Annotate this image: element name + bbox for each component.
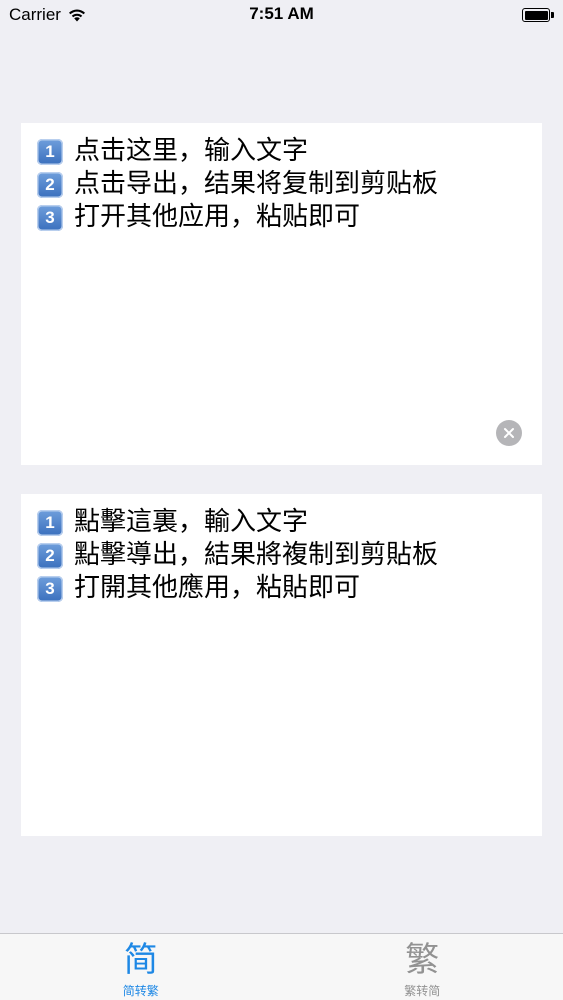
keycap-number-icon: 3	[37, 204, 63, 231]
simplified-text-input[interactable]: 1 点击这里，输入文字 2 点击导出，结果将复制到剪贴板 3 打开其他应用，粘贴…	[21, 123, 542, 465]
instruction-line: 2 点击导出，结果将复制到剪贴板	[37, 168, 526, 201]
tab-label: 简转繁	[122, 984, 159, 998]
keycap-number-icon: 2	[37, 542, 63, 569]
status-bar: Carrier 7:51 AM	[0, 0, 563, 30]
keycap-number-icon: 1	[37, 509, 63, 536]
keycap-number-icon: 1	[37, 138, 63, 165]
tab-traditional-to-simplified[interactable]: 繁 繁转简	[282, 934, 563, 1000]
traditional-text-output[interactable]: 1 點擊這裏，輸入文字 2 點擊導出，結果將複制到剪貼板 3 打開其他應用，粘貼…	[21, 494, 542, 836]
instruction-line: 3 打开其他应用，粘贴即可	[37, 201, 526, 234]
battery-icon	[522, 8, 554, 22]
status-time: 7:51 AM	[249, 4, 314, 23]
instruction-line: 3 打開其他應用，粘貼即可	[37, 572, 526, 605]
tab-bar: 简 简转繁 繁 繁转简	[0, 933, 563, 1000]
instruction-text: 打开其他应用，粘贴即可	[74, 202, 361, 232]
keycap-number-icon: 2	[37, 171, 63, 198]
instruction-line: 1 點擊這裏，輸入文字	[37, 506, 526, 539]
keycap-number-icon: 3	[37, 575, 63, 602]
instruction-text: 点击导出，结果将复制到剪贴板	[74, 169, 439, 199]
traditional-char-icon: 繁	[405, 940, 440, 980]
close-icon	[504, 428, 514, 438]
clear-icon[interactable]	[496, 420, 522, 446]
instruction-text: 打開其他應用，粘貼即可	[74, 573, 361, 603]
tab-simplified-to-traditional[interactable]: 简 简转繁	[0, 934, 282, 1000]
instruction-line: 1 点击这里，输入文字	[37, 135, 526, 168]
simplified-char-icon: 简	[123, 940, 158, 980]
instruction-text: 点击这里，输入文字	[74, 136, 309, 166]
instruction-text: 點擊這裏，輸入文字	[74, 507, 309, 537]
instruction-text: 點擊導出，結果將複制到剪貼板	[74, 540, 439, 570]
instruction-line: 2 點擊導出，結果將複制到剪貼板	[37, 539, 526, 572]
tab-label: 繁转简	[404, 984, 441, 998]
